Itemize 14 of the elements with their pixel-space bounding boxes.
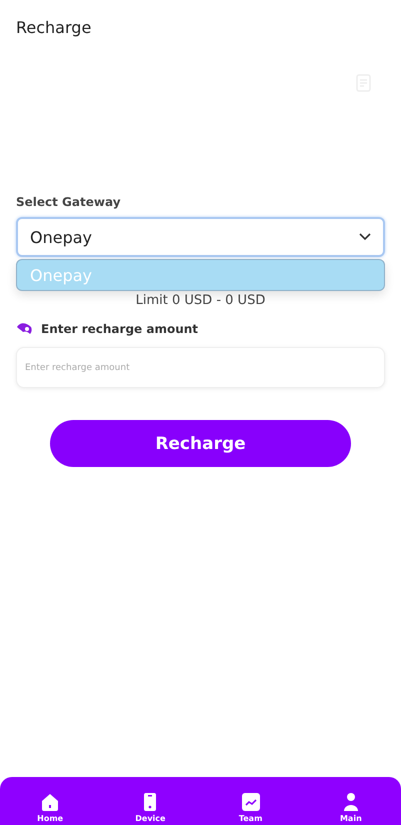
home-icon <box>40 792 60 812</box>
nav-item[interactable]: Main <box>320 792 381 825</box>
nav-item[interactable]: Home <box>20 792 80 825</box>
chevron-down-icon <box>359 233 371 241</box>
limit-text: Limit 0 USD - 0 USD <box>136 293 266 309</box>
recharge-button[interactable]: Recharge <box>50 420 351 467</box>
page-title: Recharge <box>15 17 92 39</box>
nav-item[interactable]: Team <box>220 792 281 825</box>
gateway-select[interactable]: Onepay <box>16 217 385 257</box>
field-label: Enter recharge amount <box>41 322 198 336</box>
amount-input[interactable]: Enter recharge amount <box>16 347 385 388</box>
chart-icon <box>240 792 261 812</box>
nav-item[interactable]: Device <box>120 792 180 825</box>
field-label: Select Gateway <box>16 195 121 209</box>
